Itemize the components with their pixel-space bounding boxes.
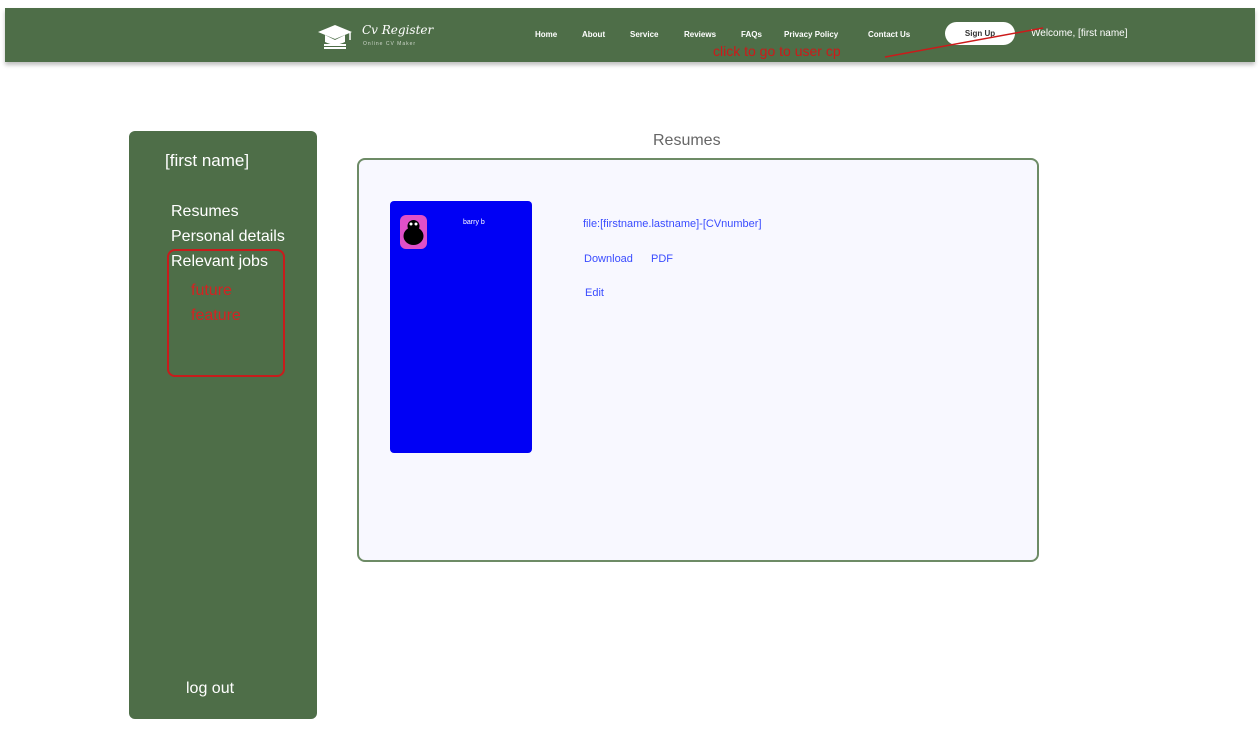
nav-home[interactable]: Home — [535, 30, 557, 39]
sidebar-user-name: [first name] — [165, 151, 250, 170]
sidebar: [first name] Resumes Personal details Re… — [129, 131, 317, 719]
nav-faqs[interactable]: FAQs — [741, 30, 762, 39]
sidebar-item-relevant-jobs[interactable]: Relevant jobs — [171, 253, 268, 271]
nav-reviews[interactable]: Reviews — [684, 30, 716, 39]
pdf-link[interactable]: PDF — [651, 253, 673, 265]
logo-title: Cv Register — [362, 23, 434, 37]
avatar — [400, 215, 427, 249]
welcome-text[interactable]: Welcome, [first name] — [1031, 28, 1128, 39]
nav-service[interactable]: Service — [630, 30, 658, 39]
graduation-cap-icon — [318, 25, 352, 49]
edit-link[interactable]: Edit — [585, 287, 604, 299]
nav-privacy-policy[interactable]: Privacy Policy — [784, 30, 838, 39]
page-title: Resumes — [653, 132, 721, 149]
logo-subtitle: Online CV Maker — [363, 41, 417, 47]
resume-file-link[interactable]: file:[firstname.lastname]-[CVnumber] — [583, 218, 762, 230]
signup-button[interactable]: Sign Up — [945, 22, 1015, 45]
sidebar-item-personal-details[interactable]: Personal details — [171, 228, 285, 246]
annotation-text: click to go to user cp — [713, 43, 841, 59]
card-name: barry b — [463, 219, 485, 226]
logout-link[interactable]: log out — [186, 680, 234, 698]
sidebar-item-resumes[interactable]: Resumes — [171, 203, 239, 221]
future-feature-note: future — [191, 282, 232, 299]
resume-preview-card[interactable]: barry b — [390, 201, 532, 453]
nav-contact-us[interactable]: Contact Us — [868, 30, 910, 39]
site-logo[interactable]: Cv Register Online CV Maker — [316, 22, 446, 52]
user-icon — [403, 220, 424, 245]
top-navigation-bar: Cv Register Online CV Maker Home About S… — [5, 8, 1255, 62]
nav-about[interactable]: About — [582, 30, 605, 39]
future-feature-note: feature — [191, 307, 241, 324]
download-link[interactable]: Download — [584, 253, 633, 265]
